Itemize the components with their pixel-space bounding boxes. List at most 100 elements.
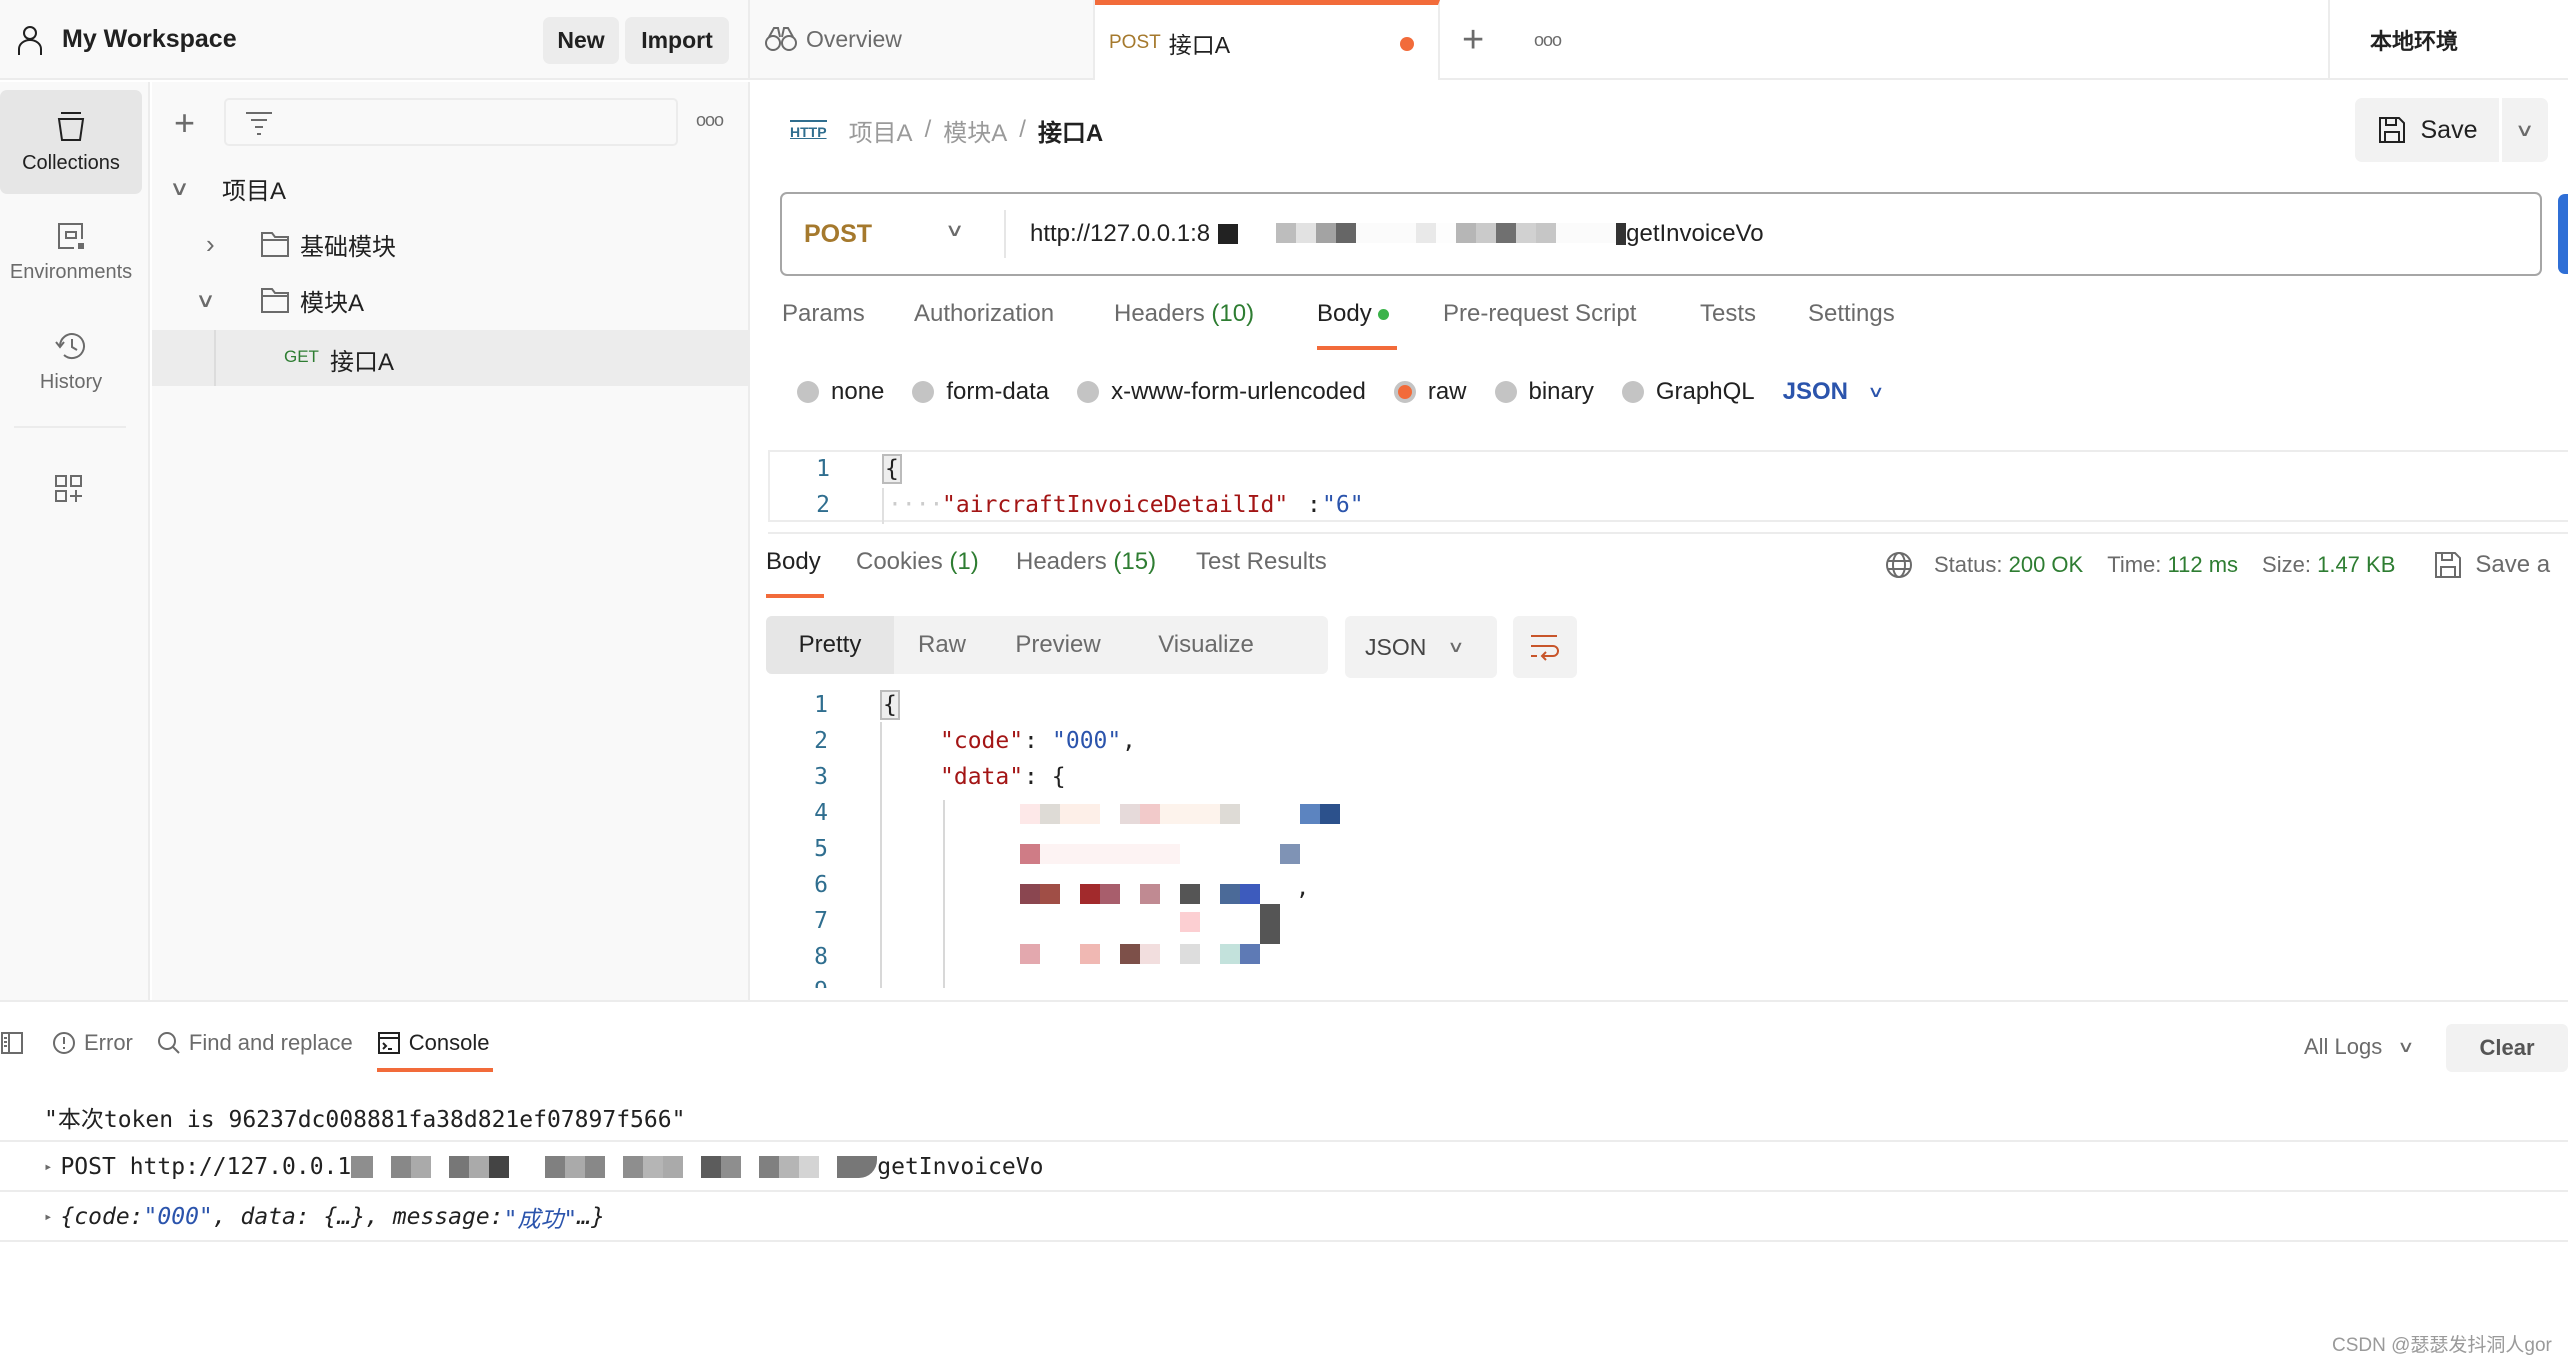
tab-settings[interactable]: Settings bbox=[1808, 300, 1895, 328]
radio-binary[interactable]: binary bbox=[1494, 378, 1594, 406]
pane-divider[interactable] bbox=[768, 532, 2568, 534]
response-format-select[interactable]: JSON ∨ bbox=[1345, 616, 1497, 678]
workspace-header: My Workspace New Import bbox=[0, 0, 750, 80]
status-value[interactable]: 200 OK bbox=[2009, 552, 2084, 578]
tab-label: Cookies bbox=[856, 548, 943, 575]
tree-item-folder[interactable]: › 基础模块 bbox=[206, 216, 396, 272]
console-log-entry[interactable]: "本次token is 96237dc008881fa38d821ef07897… bbox=[0, 1094, 2568, 1142]
tab-bar: Overview POST 接口A + ooo 本地环境 bbox=[750, 0, 2568, 80]
body-format-select[interactable]: JSON bbox=[1783, 378, 1848, 406]
log-filter-select[interactable]: All Logs ∨ bbox=[2304, 1034, 2415, 1060]
tab-body[interactable]: Body bbox=[1317, 300, 1397, 350]
url-input[interactable]: http://127.0.0.1:8 getInvoiceVo bbox=[1008, 194, 2538, 274]
collections-icon bbox=[57, 111, 85, 141]
tab-params[interactable]: Params bbox=[782, 300, 865, 328]
radio-none[interactable]: none bbox=[797, 378, 884, 406]
response-body-viewer[interactable]: 1 2 3 4 5 6 7 8 9 { "code" : "000" , "da… bbox=[768, 688, 2568, 988]
tab-label: Find and replace bbox=[188, 1030, 353, 1055]
console-log-response[interactable]: ▸ {code: "000", data: {…}, message: "成功"… bbox=[0, 1194, 2568, 1242]
console-tab-error[interactable]: Error bbox=[52, 1030, 133, 1056]
tab-headers[interactable]: Headers (10) bbox=[1114, 300, 1254, 328]
radio-dot bbox=[912, 381, 935, 403]
chevron-down-icon: ∨ bbox=[1447, 639, 1465, 656]
view-pretty[interactable]: Pretty bbox=[766, 616, 894, 674]
expand-triangle-icon[interactable]: ▸ bbox=[44, 1159, 52, 1175]
tree-label: 基础模块 bbox=[300, 233, 396, 261]
wrap-lines-button[interactable] bbox=[1513, 616, 1577, 678]
tab-tests[interactable]: Tests bbox=[1700, 300, 1756, 328]
console-tab-console[interactable]: Console bbox=[376, 1030, 493, 1072]
filter-icon bbox=[246, 112, 272, 135]
collections-more-icon[interactable]: ooo bbox=[696, 110, 724, 131]
environment-selector[interactable]: 本地环境 bbox=[2328, 0, 2568, 80]
toggle-sidebar-icon[interactable] bbox=[0, 1031, 24, 1055]
json-colon: : { bbox=[1024, 764, 1066, 790]
tab-request-active[interactable]: POST 接口A bbox=[1095, 0, 1440, 80]
clear-console-button[interactable]: Clear bbox=[2446, 1024, 2568, 1072]
chevron-down-icon: ∨ bbox=[169, 177, 190, 200]
nav-environments[interactable]: Environments bbox=[0, 200, 142, 304]
add-apps-icon[interactable] bbox=[54, 474, 84, 504]
save-icon bbox=[2435, 552, 2462, 578]
breadcrumb-item[interactable]: 模块A bbox=[943, 113, 1007, 148]
new-button[interactable]: New bbox=[543, 17, 619, 64]
tab-label: Error bbox=[84, 1030, 133, 1055]
radio-form-data[interactable]: form-data bbox=[912, 378, 1049, 406]
response-tab-cookies[interactable]: Cookies (1) bbox=[856, 548, 979, 576]
response-tab-headers[interactable]: Headers (15) bbox=[1016, 548, 1156, 576]
method-select[interactable]: POST ∨ bbox=[782, 194, 1002, 274]
console-panel: Error Find and replace Console All Logs ∨… bbox=[0, 1000, 2568, 1364]
save-dropdown-button[interactable]: ∨ bbox=[2502, 98, 2548, 162]
console-tab-find[interactable]: Find and replace bbox=[157, 1030, 353, 1056]
nav-collections[interactable]: Collections bbox=[0, 90, 142, 194]
send-button[interactable] bbox=[2558, 194, 2568, 274]
nav-history[interactable]: History bbox=[0, 310, 142, 414]
breadcrumb-item[interactable]: 项目A bbox=[849, 113, 913, 148]
left-nav: Collections Environments History bbox=[0, 82, 150, 1000]
import-button[interactable]: Import bbox=[625, 17, 729, 64]
view-raw[interactable]: Raw bbox=[894, 631, 990, 659]
view-preview[interactable]: Preview bbox=[990, 631, 1126, 659]
radio-urlencoded[interactable]: x-www-form-urlencoded bbox=[1077, 378, 1366, 406]
workspace-title[interactable]: My Workspace bbox=[62, 25, 237, 54]
line-number: 4 bbox=[814, 800, 828, 826]
radio-label: x-www-form-urlencoded bbox=[1111, 378, 1366, 405]
globe-icon[interactable] bbox=[1884, 550, 1914, 580]
save-button[interactable]: Save bbox=[2355, 98, 2499, 162]
radio-graphql[interactable]: GraphQL bbox=[1621, 378, 1755, 406]
view-visualize[interactable]: Visualize bbox=[1126, 631, 1286, 659]
tab-authorization[interactable]: Authorization bbox=[914, 300, 1054, 328]
response-view-group: Pretty Raw Preview Visualize bbox=[766, 616, 1328, 674]
tab-overview[interactable]: Overview bbox=[750, 0, 1095, 80]
tab-pre-request-script[interactable]: Pre-request Script bbox=[1443, 300, 1636, 328]
response-tab-test-results[interactable]: Test Results bbox=[1196, 548, 1327, 576]
tab-count: (1) bbox=[949, 548, 979, 575]
json-key: "code" bbox=[940, 728, 1024, 754]
filter-input[interactable] bbox=[224, 98, 678, 146]
tab-label: Body bbox=[766, 548, 821, 575]
json-comma: , bbox=[1122, 728, 1136, 754]
console-log-request[interactable]: ▸ POST http://127.0.0.1 getInvoiceVo bbox=[0, 1144, 2568, 1192]
new-tab-button[interactable]: + bbox=[1462, 0, 1484, 80]
log-text: , data: {…}, message: bbox=[212, 1204, 504, 1230]
size-value[interactable]: 1.47 KB bbox=[2317, 552, 2395, 578]
chevron-down-icon[interactable]: ∨ bbox=[1867, 382, 1885, 402]
expand-triangle-icon[interactable]: ▸ bbox=[44, 1209, 52, 1225]
radio-raw[interactable]: raw bbox=[1393, 378, 1467, 406]
tree-item-project[interactable]: ∨ 项目A bbox=[169, 160, 286, 216]
save-response-button[interactable]: Save a bbox=[2475, 551, 2550, 579]
response-tab-body[interactable]: Body bbox=[766, 548, 824, 598]
request-body-editor[interactable]: 1 { 2 ···· "aircraftInvoiceDetailId" : "… bbox=[768, 450, 2568, 524]
tab-label: Headers bbox=[1114, 300, 1205, 327]
code-brace: { bbox=[882, 454, 902, 484]
tab-label: Headers bbox=[1016, 548, 1107, 575]
tab-label: Body bbox=[1317, 300, 1372, 327]
time-value[interactable]: 112 ms bbox=[2168, 552, 2239, 578]
more-tabs-icon[interactable]: ooo bbox=[1534, 0, 1562, 80]
json-key: "data" bbox=[940, 764, 1024, 790]
binoculars-icon bbox=[765, 27, 797, 51]
tree-item-folder[interactable]: ∨ 模块A bbox=[195, 272, 364, 328]
indent-guide bbox=[880, 722, 882, 988]
tree-item-request-selected[interactable]: GET 接口A bbox=[152, 330, 748, 386]
add-collection-button[interactable]: + bbox=[174, 102, 195, 144]
